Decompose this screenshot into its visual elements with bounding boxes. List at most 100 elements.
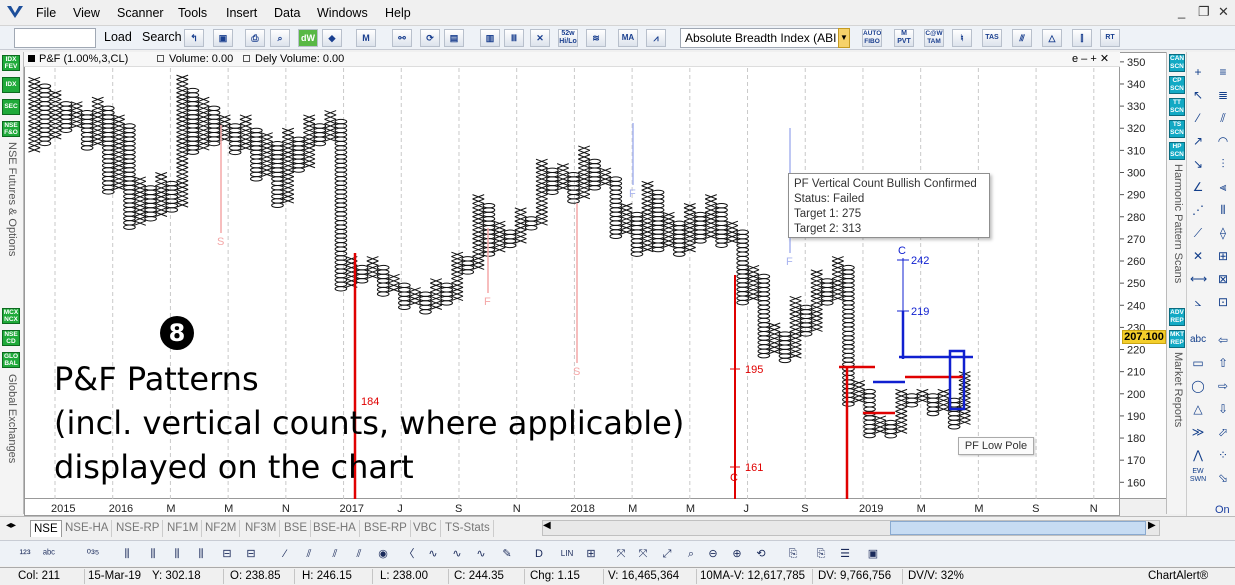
trendline-icon[interactable]: ⁄ — [1190, 110, 1206, 126]
copy-icon[interactable]: ⎘ — [784, 545, 802, 563]
tab-vbc[interactable]: VBC — [410, 520, 441, 537]
mkt-report-badge[interactable]: MKT REP — [1169, 330, 1185, 348]
global-exchanges-label[interactable]: Global Exchanges — [6, 374, 18, 463]
tab-nf1m[interactable]: NF1M — [164, 520, 203, 537]
print-icon[interactable]: ⎙ — [245, 29, 265, 47]
crosshair-icon[interactable]: + — [1190, 64, 1206, 80]
menu-tools[interactable]: Tools — [178, 6, 207, 20]
grid-toggle-icon[interactable]: ⊞ — [582, 545, 600, 563]
study-icon[interactable]: ⩘ — [646, 29, 666, 47]
bar-tool-2-icon[interactable]: ⫼ — [144, 545, 162, 563]
shape-icon[interactable]: D — [530, 545, 548, 563]
hi-lo-icon[interactable]: 52w Hi/Lo — [558, 29, 578, 47]
stoploss-line-icon[interactable]: ↘ — [1190, 156, 1206, 172]
harmonic-scans-label[interactable]: Harmonic Pattern Scans — [1172, 164, 1184, 283]
channel-icon[interactable]: ≣ — [1215, 87, 1231, 103]
cp-scan-badge[interactable]: CP SCN — [1169, 76, 1185, 94]
hline-icon[interactable]: ≡ — [1215, 64, 1231, 80]
gann-icon[interactable]: ⋰ — [1190, 202, 1206, 218]
chevrons-icon[interactable]: ≫ — [1190, 424, 1206, 440]
angle-icon[interactable]: ∠ — [1190, 179, 1206, 195]
idx-badge[interactable]: IDX — [2, 77, 20, 93]
fan-icon[interactable]: ⫻ — [1012, 29, 1032, 47]
save-icon[interactable]: ▣ — [213, 29, 233, 47]
arrow-se-icon[interactable]: ⬂ — [1215, 470, 1231, 486]
menu-windows[interactable]: Windows — [317, 6, 368, 20]
pen-icon[interactable]: ✎ — [498, 545, 516, 563]
on-toggle[interactable]: On — [1215, 504, 1230, 516]
study-select[interactable]: Absolute Breadth Index (ABI — [680, 28, 840, 48]
minimize-button[interactable]: _ — [1178, 4, 1185, 19]
zoom-icon[interactable]: ⌕ — [682, 545, 700, 563]
volume-checkbox[interactable] — [157, 55, 164, 62]
count-abc-icon[interactable]: ᵃᵇᶜ — [40, 545, 58, 563]
bars-icon[interactable]: ⫿ — [1072, 29, 1092, 47]
dw-icon[interactable]: dW — [298, 29, 318, 47]
fib-time-icon[interactable]: ⫽ — [326, 545, 344, 563]
sec-badge[interactable]: SEC — [2, 99, 20, 115]
list-icon[interactable]: ☰ — [836, 545, 854, 563]
scrollbar-thumb[interactable] — [890, 521, 1146, 535]
arrow-right-icon[interactable]: ⇨ — [1215, 378, 1231, 394]
wave-grid-icon[interactable]: ⊡ — [1215, 294, 1231, 310]
tab-nf3m[interactable]: NF3M — [242, 520, 281, 537]
chevron-down-icon[interactable]: ▼ — [838, 28, 850, 48]
diamond-icon[interactable]: ◆ — [322, 29, 342, 47]
paste-icon[interactable]: ⎘ — [812, 545, 830, 563]
indicator-icon[interactable]: ≋ — [586, 29, 606, 47]
triangle-icon[interactable]: △ — [1190, 401, 1206, 417]
candle-scan-badge[interactable]: CAN SCN — [1169, 54, 1185, 72]
label-tool-2-icon[interactable]: ⊟ — [242, 545, 260, 563]
fibo-icon[interactable]: ⫶ — [1215, 156, 1231, 172]
arc-icon[interactable]: ◠ — [1215, 133, 1231, 149]
tab-bse[interactable]: BSE — [281, 520, 312, 537]
nse-futures-label[interactable]: NSE Futures & Options — [6, 142, 18, 256]
text-tool-icon[interactable]: abc — [1190, 332, 1206, 348]
fib-chan-icon[interactable]: ⫽ — [350, 545, 368, 563]
tam-icon[interactable]: C@W TAM — [924, 29, 944, 47]
menu-data[interactable]: Data — [274, 6, 300, 20]
pointer-icon[interactable]: ↰ — [184, 29, 204, 47]
left-angle-icon[interactable]: 〈 — [400, 545, 418, 563]
global-badge[interactable]: GLO BAL — [2, 352, 20, 368]
bar-tool-3-icon[interactable]: ⫼ — [168, 545, 186, 563]
arrow-left-icon[interactable]: ⇦ — [1215, 332, 1231, 348]
fib-arc-icon[interactable]: ⁄ — [276, 545, 294, 563]
cursor-icon[interactable]: ↖ — [1190, 87, 1206, 103]
dely-volume-checkbox[interactable] — [243, 55, 250, 62]
scroll-right-icon[interactable]: ▶ — [1148, 520, 1156, 531]
close-button[interactable]: ✕ — [1218, 4, 1229, 20]
scroll-left-icon[interactable]: ◀ — [543, 520, 551, 531]
price-axis[interactable]: 160 170 180 190 200 210 220 230 240 250 260 270 280 2… — [1120, 52, 1166, 499]
time-axis[interactable]: 2015 2016 M M N 2017 J S N 2018 M M J S 2019 M M S N — [24, 499, 1120, 516]
adv-report-badge[interactable]: ADV REP — [1169, 308, 1185, 326]
wave-2-icon[interactable]: ∿ — [448, 545, 466, 563]
tab-nse[interactable]: NSE — [30, 520, 62, 537]
db-icon[interactable]: ◉ — [374, 545, 392, 563]
parallel-lines-icon[interactable]: ⫽ — [1215, 110, 1231, 126]
link-icon[interactable]: ⚯ — [392, 29, 412, 47]
bar-chart-icon[interactable]: ▥ — [480, 29, 500, 47]
volume-chart-icon[interactable]: Ⅲ — [504, 29, 524, 47]
regression-icon[interactable]: ✕ — [1190, 248, 1206, 264]
ray-icon[interactable]: ↗ — [1190, 133, 1206, 149]
print-preview-icon[interactable]: ⌕ — [270, 29, 290, 47]
load-button[interactable]: Load — [104, 30, 132, 44]
candle-icon[interactable]: ♮ — [952, 29, 972, 47]
arrow-down-icon[interactable]: ⇩ — [1215, 401, 1231, 417]
tab-bse-rp[interactable]: BSE-RP — [361, 520, 411, 537]
count-sub-icon[interactable]: ⁰³⁵ — [84, 545, 102, 563]
fib-ext-icon[interactable]: ⫽ — [300, 545, 318, 563]
tab-nse-ha[interactable]: NSE-HA — [62, 520, 113, 537]
menu-view[interactable]: View — [73, 6, 100, 20]
zoom-fit-icon[interactable]: ⤧ — [612, 545, 630, 563]
nse-cd-badge[interactable]: NSE CD — [2, 330, 20, 346]
realtime-icon[interactable]: RT — [1100, 29, 1120, 47]
linear-scale-icon[interactable]: LIN — [558, 545, 576, 563]
expand-icon[interactable]: ⤢ — [658, 545, 676, 563]
nse-fo-badge[interactable]: NSE F&O — [2, 121, 20, 137]
search-button[interactable]: Search — [142, 30, 182, 44]
ts-scan-badge[interactable]: TS SCN — [1169, 120, 1185, 138]
hp-scan-badge[interactable]: HP SCN — [1169, 142, 1185, 160]
bar-tool-4-icon[interactable]: ⫼ — [192, 545, 210, 563]
